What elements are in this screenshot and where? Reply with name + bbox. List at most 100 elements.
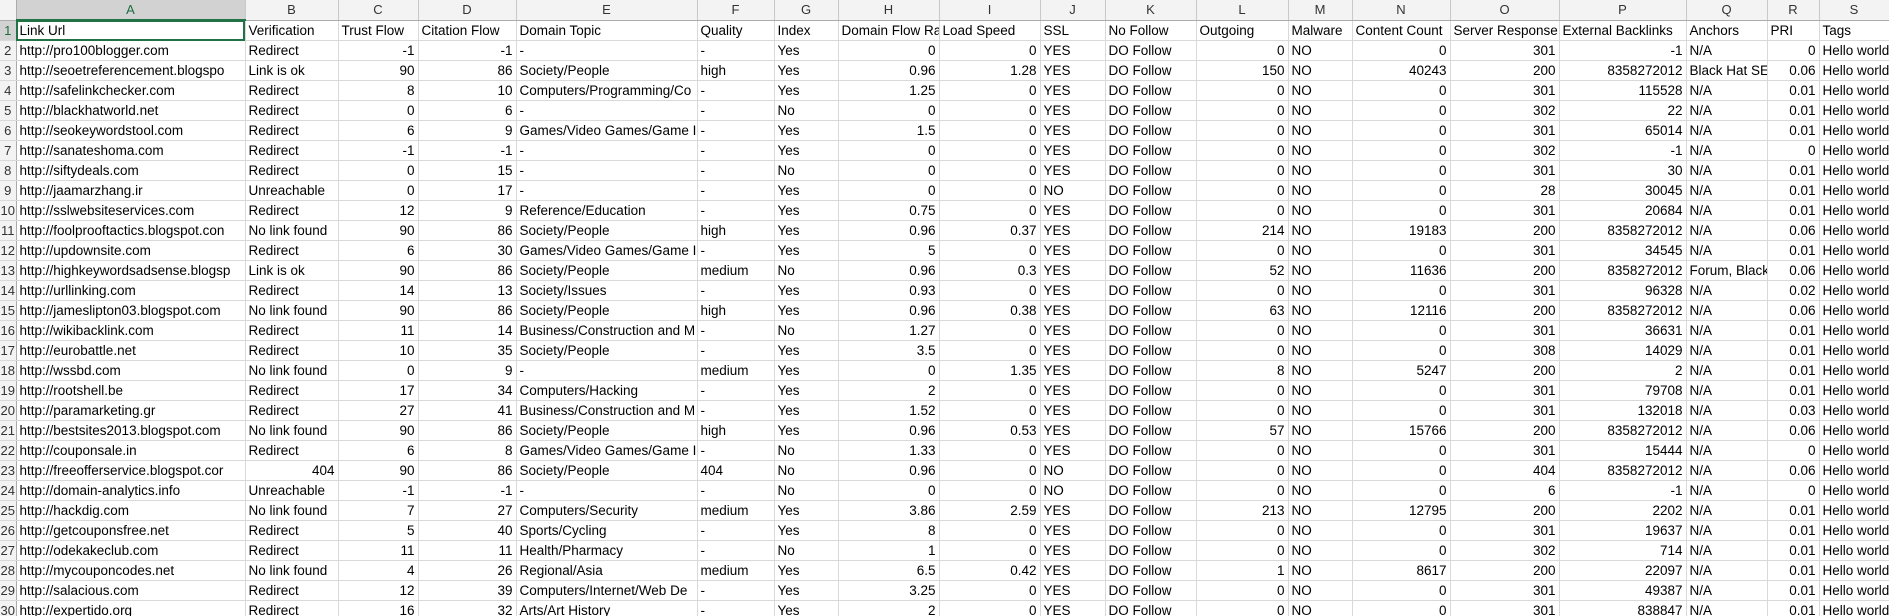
cell[interactable]: 0 — [1196, 200, 1289, 221]
cell[interactable]: Hello world — [1819, 600, 1889, 616]
cell[interactable]: 8 — [1196, 360, 1289, 381]
cell[interactable]: 0.38 — [939, 300, 1041, 321]
cell[interactable]: YES — [1040, 380, 1106, 401]
cell[interactable]: 36631 — [1559, 320, 1687, 341]
cell[interactable]: Yes — [774, 80, 839, 101]
cell[interactable]: 8 — [838, 520, 940, 541]
cell[interactable]: Unreachable — [245, 480, 339, 501]
cell[interactable]: 3.86 — [838, 500, 940, 521]
cell[interactable]: Hello world — [1819, 240, 1889, 261]
cell[interactable]: Sports/Cycling — [516, 520, 698, 541]
cell[interactable]: YES — [1040, 140, 1106, 161]
cell[interactable]: Redirect — [245, 240, 339, 261]
cell[interactable]: 0 — [939, 460, 1041, 481]
cell[interactable]: Games/Video Games/Game I — [516, 440, 698, 461]
cell[interactable]: 63 — [1196, 300, 1289, 321]
cell[interactable]: N/A — [1686, 300, 1768, 321]
cell[interactable]: 301 — [1450, 520, 1560, 541]
cell[interactable]: Computers/Hacking — [516, 380, 698, 401]
cell[interactable]: NO — [1288, 80, 1353, 101]
cell[interactable]: - — [516, 180, 698, 201]
cell[interactable]: 200 — [1450, 420, 1560, 441]
cell[interactable]: DO Follow — [1105, 360, 1197, 381]
cell[interactable]: Hello world — [1819, 300, 1889, 321]
cell[interactable]: -1 — [338, 140, 419, 161]
cell[interactable]: Society/People — [516, 460, 698, 481]
cell[interactable]: Hello world — [1819, 440, 1889, 461]
cell[interactable]: No link found — [245, 360, 339, 381]
cell[interactable]: - — [516, 480, 698, 501]
cell[interactable]: 79708 — [1559, 380, 1687, 401]
cell[interactable]: DO Follow — [1105, 560, 1197, 581]
cell[interactable]: 9 — [418, 120, 517, 141]
cell[interactable]: 0 — [1196, 440, 1289, 461]
cell[interactable]: DO Follow — [1105, 540, 1197, 561]
cell[interactable]: Games/Video Games/Game I — [516, 120, 698, 141]
cell[interactable]: 11 — [338, 540, 419, 561]
row-header[interactable]: 12 — [0, 240, 17, 261]
cell[interactable]: 0.06 — [1767, 60, 1820, 81]
cell[interactable]: NO — [1288, 300, 1353, 321]
cell[interactable]: NO — [1288, 580, 1353, 601]
cell[interactable]: NO — [1288, 500, 1353, 521]
cell[interactable]: 714 — [1559, 540, 1687, 561]
cell[interactable]: 301 — [1450, 120, 1560, 141]
cell[interactable]: Computers/Programming/Co — [516, 80, 698, 101]
cell[interactable]: N/A — [1686, 280, 1768, 301]
cell[interactable]: Regional/Asia — [516, 560, 698, 581]
cell[interactable]: NO — [1288, 160, 1353, 181]
cell[interactable]: 0.53 — [939, 420, 1041, 441]
cell[interactable]: Trust Flow — [338, 20, 419, 41]
cell[interactable]: 0 — [1767, 440, 1820, 461]
cell[interactable]: 8358272012 — [1559, 260, 1687, 281]
cell[interactable]: N/A — [1686, 80, 1768, 101]
cell[interactable]: 301 — [1450, 160, 1560, 181]
cell[interactable]: 8358272012 — [1559, 460, 1687, 481]
cell[interactable]: 86 — [418, 300, 517, 321]
cell[interactable]: - — [697, 80, 775, 101]
cell[interactable]: -1 — [418, 140, 517, 161]
cell[interactable]: No link found — [245, 560, 339, 581]
cell[interactable]: No link found — [245, 220, 339, 241]
cell[interactable]: Outgoing — [1196, 20, 1289, 41]
row-header[interactable]: 22 — [0, 440, 17, 461]
cell[interactable]: N/A — [1686, 360, 1768, 381]
cell[interactable]: Yes — [774, 560, 839, 581]
cell[interactable]: Redirect — [245, 340, 339, 361]
cell[interactable]: N/A — [1686, 120, 1768, 141]
cell[interactable]: 0.01 — [1767, 580, 1820, 601]
cell[interactable]: YES — [1040, 320, 1106, 341]
cell[interactable]: - — [697, 240, 775, 261]
cell[interactable]: 16 — [338, 600, 419, 616]
row-header[interactable]: 10 — [0, 200, 17, 221]
column-header-q[interactable]: Q — [1686, 0, 1768, 21]
cell[interactable]: 0 — [1196, 540, 1289, 561]
cell[interactable]: high — [697, 220, 775, 241]
cell[interactable]: DO Follow — [1105, 580, 1197, 601]
cell[interactable]: YES — [1040, 500, 1106, 521]
cell[interactable]: 0 — [939, 280, 1041, 301]
cell[interactable]: http://getcouponsfree.net — [16, 520, 246, 541]
cell[interactable]: Hello world — [1819, 360, 1889, 381]
cell[interactable]: Hello world — [1819, 560, 1889, 581]
cell[interactable]: 11636 — [1352, 260, 1451, 281]
cell[interactable]: N/A — [1686, 520, 1768, 541]
cell[interactable]: 15444 — [1559, 440, 1687, 461]
cell[interactable]: Yes — [774, 200, 839, 221]
cell[interactable]: 0 — [1352, 100, 1451, 121]
cell[interactable]: NO — [1288, 120, 1353, 141]
cell[interactable]: 0.96 — [838, 300, 940, 321]
cell[interactable]: YES — [1040, 200, 1106, 221]
cell[interactable]: 0 — [1352, 580, 1451, 601]
cell[interactable]: 0 — [1196, 380, 1289, 401]
cell[interactable]: 0.96 — [838, 420, 940, 441]
cell[interactable]: 40 — [418, 520, 517, 541]
cell[interactable]: Games/Video Games/Game I — [516, 240, 698, 261]
cell[interactable]: 838847 — [1559, 600, 1687, 616]
cell[interactable]: 0 — [1352, 520, 1451, 541]
cell[interactable]: -1 — [418, 480, 517, 501]
row-header[interactable]: 17 — [0, 340, 17, 361]
cell[interactable]: - — [697, 200, 775, 221]
cell[interactable]: 41 — [418, 400, 517, 421]
cell[interactable]: Citation Flow — [418, 20, 517, 41]
